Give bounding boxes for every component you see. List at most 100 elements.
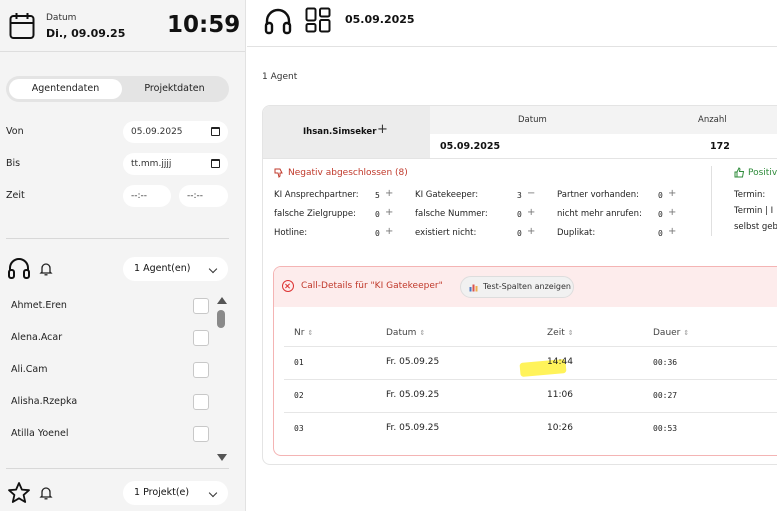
call-nr: 02	[294, 391, 304, 400]
tab-projektdaten[interactable]: Projektdaten	[122, 79, 227, 99]
sidebar: Datum Di., 09.09.25 10:59 Agentendaten P…	[0, 0, 246, 511]
stat-value: 5	[375, 191, 380, 200]
agent-tab-name: Ihsan.Simseker	[303, 127, 377, 137]
call-datum: Fr. 05.09.25	[386, 357, 440, 367]
agent-count: 1 Agent	[262, 72, 298, 82]
stat-plus-button[interactable]: +	[385, 188, 393, 199]
agent-name: Alena.Acar	[11, 332, 63, 343]
date-value: Di., 09.09.25	[46, 27, 126, 40]
agent-name: Ali.Cam	[11, 364, 48, 375]
bis-label: Bis	[6, 158, 21, 169]
stat-plus-button[interactable]: +	[527, 207, 535, 218]
chevron-down-icon	[208, 488, 218, 498]
sort-icon[interactable]: ⇕	[568, 329, 574, 337]
calendar-picker-icon[interactable]	[211, 127, 220, 136]
agent-checkbox[interactable]	[193, 298, 209, 314]
positive-stat-label: selbst geb	[734, 222, 777, 232]
agent-name: Alisha.Rzepka	[11, 396, 78, 407]
stat-minus-button[interactable]: −	[527, 188, 535, 199]
expand-plus-icon[interactable]: +	[377, 122, 388, 137]
von-label: Von	[6, 126, 24, 137]
call-details-panel: Call-Details für "KI Gatekeeper" Test-Sp…	[273, 266, 777, 456]
negative-title: Negativ abgeschlossen (8)	[288, 168, 408, 178]
stat-plus-button[interactable]: +	[668, 207, 676, 218]
agent-list-scrollbar[interactable]	[216, 296, 227, 462]
bis-date-input[interactable]: tt.mm.jjjj	[123, 153, 228, 175]
call-dauer: 00:53	[653, 424, 678, 433]
call-nr: 03	[294, 424, 304, 433]
stat-plus-button[interactable]: +	[527, 226, 535, 237]
stat-value: 0	[517, 229, 522, 238]
thumbs-up-icon	[734, 167, 745, 178]
projects-dropdown[interactable]: 1 Projekt(e)	[123, 481, 228, 505]
date-header: Datum Di., 09.09.25 10:59	[0, 0, 245, 52]
agent-list-item[interactable]: Alena.Acar	[11, 328, 211, 348]
positive-stat-label: Termin:	[734, 190, 766, 200]
show-test-columns-label: Test-Spalten anzeigen	[483, 282, 571, 291]
stat-value: 0	[517, 210, 522, 219]
agent-list-item[interactable]: Atilla Yoenel	[11, 424, 211, 444]
stat-label: nicht mehr anrufen:	[557, 209, 642, 219]
stat-plus-button[interactable]: +	[385, 207, 393, 218]
stat-label: falsche Zielgruppe:	[274, 209, 356, 219]
stat-value: 0	[658, 191, 663, 200]
stat-plus-button[interactable]: +	[668, 188, 676, 199]
sort-icon[interactable]: ⇕	[307, 329, 313, 337]
agent-stats-card: Ihsan.Simseker + Datum Anzahl 05.09.2025…	[262, 105, 777, 465]
divider	[711, 166, 712, 236]
sort-icon[interactable]: ⇕	[683, 329, 689, 337]
call-nr: 01	[294, 358, 304, 367]
stat-plus-button[interactable]: +	[385, 226, 393, 237]
current-date: 05.09.2025	[345, 13, 415, 26]
calendar-picker-icon[interactable]	[211, 159, 220, 168]
agents-dropdown-value: 1 Agent(en)	[134, 263, 191, 274]
agents-dropdown[interactable]: 1 Agent(en)	[123, 257, 228, 281]
agent-checkbox[interactable]	[193, 330, 209, 346]
call-zeit: 10:26	[547, 423, 573, 433]
zeit-from-input[interactable]: --:--	[123, 185, 171, 207]
column-header-label: Datum	[386, 328, 417, 338]
scroll-up-arrow-icon[interactable]	[217, 297, 227, 304]
call-zeit: 14:44	[547, 357, 573, 367]
call-zeit: 11:06	[547, 390, 573, 400]
row-datum: 05.09.2025	[440, 141, 501, 152]
agent-checkbox[interactable]	[193, 362, 209, 378]
date-label: Datum	[46, 13, 77, 23]
row-anzahl: 172	[710, 141, 730, 152]
agent-tab[interactable]: Ihsan.Simseker +	[263, 106, 430, 158]
close-icon[interactable]	[282, 280, 294, 292]
agent-list-item[interactable]: Ahmet.Eren	[11, 296, 211, 316]
calendar-icon	[9, 13, 35, 39]
tab-agentendaten[interactable]: Agentendaten	[9, 79, 122, 99]
column-header-nr[interactable]: Nr ⇕	[294, 328, 313, 338]
scroll-down-arrow-icon[interactable]	[217, 454, 227, 461]
column-header-dauer[interactable]: Dauer ⇕	[653, 328, 689, 338]
bell-icon[interactable]	[39, 486, 53, 500]
sort-icon[interactable]: ⇕	[419, 329, 425, 337]
agent-checkbox[interactable]	[193, 394, 209, 410]
call-details-header: Call-Details für "KI Gatekeeper" Test-Sp…	[274, 267, 777, 307]
agent-name: Ahmet.Eren	[11, 300, 67, 311]
agent-list-item[interactable]: Ali.Cam	[11, 360, 211, 380]
column-header-datum[interactable]: Datum ⇕	[386, 328, 425, 338]
projects-dropdown-value: 1 Projekt(e)	[134, 487, 190, 498]
stat-plus-button[interactable]: +	[668, 226, 676, 237]
agent-checkbox[interactable]	[193, 426, 209, 442]
dashboard-grid-icon[interactable]	[305, 7, 331, 33]
headset-icon[interactable]	[263, 7, 293, 37]
scroll-thumb[interactable]	[217, 310, 225, 328]
agent-list-item[interactable]: Alisha.Rzepka	[11, 392, 211, 412]
headset-icon	[8, 258, 30, 279]
von-date-input[interactable]: 05.09.2025	[123, 121, 228, 143]
bell-icon[interactable]	[39, 262, 53, 276]
zeit-to-input[interactable]: --:--	[179, 185, 228, 207]
stat-value: 0	[375, 229, 380, 238]
chevron-down-icon	[208, 264, 218, 274]
show-test-columns-button[interactable]: Test-Spalten anzeigen	[460, 276, 574, 298]
clock: 10:59	[167, 12, 241, 38]
positive-title: Positiv	[748, 168, 777, 178]
column-header-zeit[interactable]: Zeit ⇕	[547, 328, 574, 338]
top-bar: 05.09.2025	[247, 0, 777, 47]
call-dauer: 00:27	[653, 391, 678, 400]
divider	[284, 346, 777, 347]
